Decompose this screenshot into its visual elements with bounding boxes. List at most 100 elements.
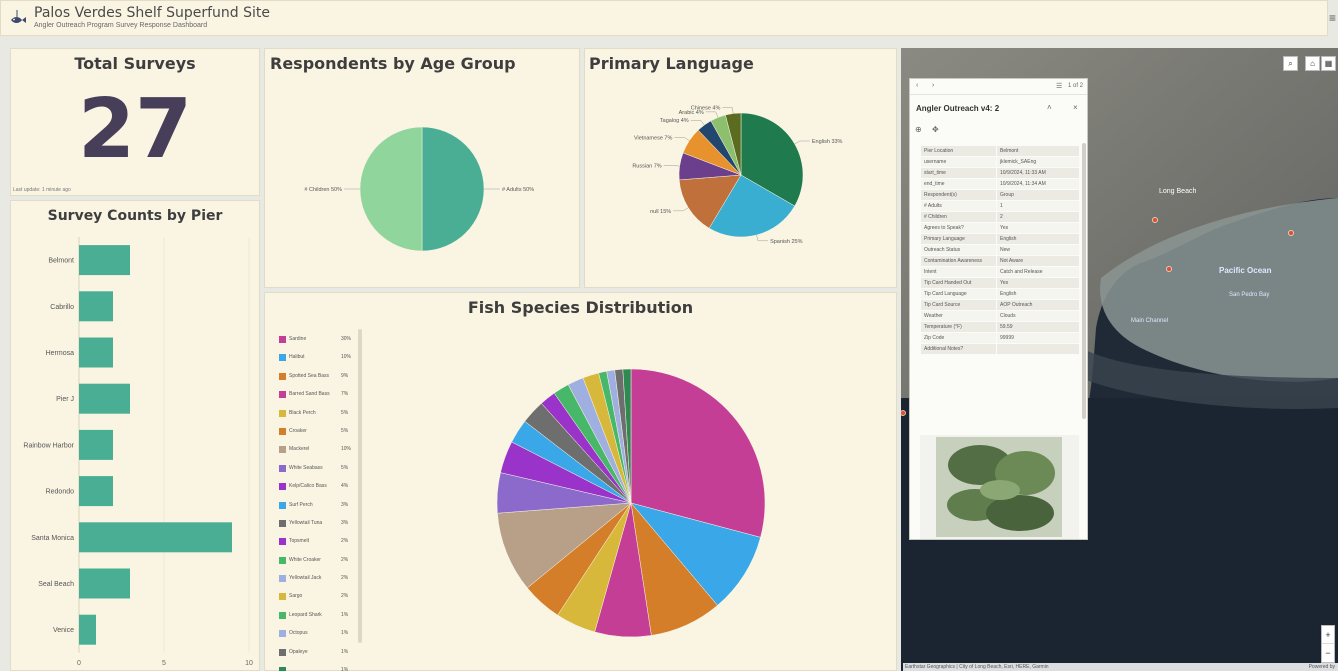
pier-bar [79, 337, 113, 368]
attribute-key: Tip Card Source [920, 299, 997, 311]
attribute-value: 2 [996, 211, 1080, 223]
menu-icon[interactable]: ≡ [1329, 11, 1336, 25]
language-leader-line [722, 107, 734, 114]
age-label: # Adults 50% [502, 187, 534, 193]
popup-scrollbar[interactable] [1082, 143, 1086, 419]
attribute-value: Catch and Release [996, 266, 1080, 278]
language-label: Russian 7% [632, 163, 661, 169]
collapse-icon[interactable]: ˄ [1047, 103, 1052, 112]
pier-category-label: Venice [53, 627, 74, 634]
feature-popup: ‹ › ☰ 1 of 2 Angler Outreach v4: 2 ˄ × ⊕… [909, 78, 1088, 540]
pier-category-label: Pier J [56, 396, 74, 403]
x-tick-label: 10 [245, 660, 253, 667]
attribute-row: Tip Card Source AOP Outreach [920, 299, 1080, 311]
language-leader-line [674, 137, 690, 141]
feature-list-icon[interactable]: ☰ [1056, 82, 1062, 90]
search-icon[interactable]: ⌕ [1283, 56, 1298, 71]
attribute-key: Agrees to Speak? [920, 222, 997, 234]
attribute-value: English [996, 233, 1080, 245]
move-icon[interactable]: ✥ [932, 125, 939, 134]
dashboard-title: Palos Verdes Shelf Superfund Site [34, 5, 270, 21]
pier-category-label: Cabrillo [50, 304, 74, 311]
attribute-value: 10/9/2024, 11:34 AM [996, 178, 1080, 190]
attribute-value: Clouds [996, 310, 1080, 322]
pier-bar [79, 614, 96, 645]
attribute-row: start_time 10/9/2024, 11:33 AM [920, 167, 1080, 179]
attribute-key: Zip Code [920, 332, 997, 344]
pier-bar [79, 476, 113, 507]
attribute-row: Tip Card Handed Out Yes [920, 277, 1080, 289]
total-surveys-title: Total Surveys [74, 54, 196, 73]
attribute-key: Respondent(s) [920, 189, 997, 201]
pier-category-label: Redondo [46, 489, 75, 496]
attachment-photo[interactable] [920, 435, 1079, 539]
attribute-value: Belmont [996, 145, 1080, 157]
total-surveys-value: 27 [77, 82, 193, 177]
dashboard-header: Palos Verdes Shelf Superfund Site Angler… [0, 0, 1336, 36]
home-icon[interactable]: ⌂ [1305, 56, 1320, 71]
pier-category-label: Santa Monica [31, 535, 74, 542]
attribute-value: AOP Outreach [996, 299, 1080, 311]
attribute-key: Weather [920, 310, 997, 322]
attribute-row: Contamination Awareness Not Aware [920, 255, 1080, 267]
popup-nav-bar: ‹ › ☰ 1 of 2 [910, 79, 1087, 95]
attribute-key: Temperature (°F) [920, 321, 997, 333]
language-label: Chinese 4% [691, 106, 721, 112]
attribute-key: username [920, 156, 997, 168]
primary-language-panel: Primary Language English 33% Spanish 25% n… [584, 48, 897, 288]
attribute-row: Weather Clouds [920, 310, 1080, 322]
language-leader-line [756, 234, 769, 242]
language-label: Spanish 25% [770, 239, 803, 245]
previous-icon[interactable]: ‹ [916, 82, 918, 89]
attribute-row: # Children 2 [920, 211, 1080, 223]
language-label: English 33% [812, 139, 843, 145]
language-label: Tagalog 4% [660, 118, 689, 124]
pier-category-label: Seal Beach [38, 581, 74, 588]
plant-photo-image [936, 437, 1062, 537]
attribute-value [996, 343, 1080, 355]
attribute-value: jklemick_SAEng [996, 156, 1080, 168]
language-pie-chart: English 33% Spanish 25% null 15% Russian 7%… [632, 106, 843, 245]
age-label: # Children 50% [304, 187, 342, 193]
pier-bar [79, 245, 130, 276]
age-pie-chart: # Adults 50% # Children 50% [304, 126, 534, 252]
attribute-row: Outreach Status New [920, 244, 1080, 256]
attribute-value: Yes [996, 277, 1080, 289]
attribute-key: Tip Card Handed Out [920, 277, 997, 289]
zoom-out-button[interactable]: − [1322, 644, 1334, 662]
attribute-key: end_time [920, 178, 997, 190]
attribute-row: Tip Card Language English [920, 288, 1080, 300]
attribute-row: Respondent(s) Group [920, 189, 1080, 201]
attribute-row: end_time 10/9/2024, 11:34 AM [920, 178, 1080, 190]
popup-pager: 1 of 2 [1068, 83, 1084, 89]
fish-pie-chart [496, 368, 766, 638]
attribute-row: username jklemick_SAEng [920, 156, 1080, 168]
attribute-row: Primary Language English [920, 233, 1080, 245]
attribute-table: Pier Location Belmont username jklemick_SAE… [920, 145, 1080, 355]
close-icon[interactable]: × [1073, 103, 1078, 112]
basemap-gallery-icon[interactable]: ▦ [1321, 56, 1336, 71]
x-tick-label: 5 [162, 660, 166, 667]
popup-title: Angler Outreach v4: 2 [916, 104, 1000, 113]
pier-bar [79, 429, 113, 460]
fish-logo-icon [11, 10, 26, 23]
zoom-in-button[interactable]: + [1322, 626, 1334, 644]
pier-category-label: Hermosa [46, 350, 75, 357]
attribute-row: Agrees to Speak? Yes [920, 222, 1080, 234]
zoom-to-icon[interactable]: ⊕ [915, 125, 922, 134]
attribute-key: Pier Location [920, 145, 997, 157]
language-leader-line [663, 165, 680, 167]
attribute-row: Intent Catch and Release [920, 266, 1080, 278]
attribute-value: 10/9/2024, 11:33 AM [996, 167, 1080, 179]
pier-bar [79, 568, 130, 599]
attribute-row: Pier Location Belmont [920, 145, 1080, 157]
pier-bar [79, 291, 113, 322]
age-slice [359, 126, 423, 252]
attribution-text: Earthstar Geographics | City of Long Bea… [905, 664, 1049, 670]
next-icon[interactable]: › [932, 82, 934, 89]
attribute-key: start_time [920, 167, 997, 179]
dashboard-subtitle: Angler Outreach Program Survey Response … [34, 22, 208, 29]
pier-bar [79, 383, 130, 414]
total-surveys-panel: Total Surveys 27 Last update: 1 minute a… [10, 48, 260, 196]
attribute-key: Tip Card Language [920, 288, 997, 300]
